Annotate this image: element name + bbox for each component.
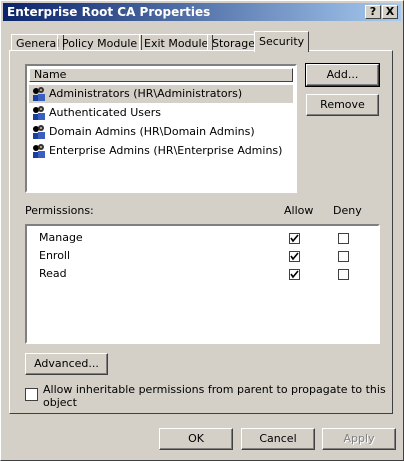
permission-row-read: Read [39,265,67,283]
user-group-icon [33,144,45,158]
users-listbox[interactable]: Name Administrators (HR\Administrators) … [25,64,297,193]
permission-name: Enroll [39,249,71,262]
apply-button-label: Apply [343,432,375,445]
ok-button-label: OK [188,432,204,445]
deny-column-header: Deny [333,204,362,217]
permissions-list: Manage Enroll Read [25,224,380,344]
permission-name: Read [39,267,67,280]
allow-manage-checkbox[interactable] [289,233,300,244]
user-item-domain-admins[interactable]: Domain Admins (HR\Domain Admins) [29,123,293,141]
user-item-authenticated-users[interactable]: Authenticated Users [29,104,293,122]
remove-button-label: Remove [320,98,365,111]
title-bar[interactable]: Enterprise Root CA Properties ? X [3,3,401,21]
user-item-enterprise-admins[interactable]: Enterprise Admins (HR\Enterprise Admins) [29,142,293,160]
permissions-label: Permissions: [25,204,94,217]
check-icon [290,252,299,261]
deny-enroll-checkbox[interactable] [338,251,349,262]
allow-enroll-checkbox[interactable] [289,251,300,262]
permission-row-manage: Manage [39,229,83,247]
permission-row-enroll: Enroll [39,247,70,265]
check-icon [290,234,299,243]
allow-read-checkbox[interactable] [289,269,300,280]
check-icon [290,270,299,279]
advanced-button-label: Advanced... [34,357,99,370]
inherit-permissions-label-line2: object [43,396,77,409]
user-item-administrators[interactable]: Administrators (HR\Administrators) [29,85,293,103]
properties-dialog: Enterprise Root CA Properties ? X Genera… [0,0,404,461]
user-group-icon [33,87,45,101]
tab-policy-module[interactable]: Policy Module [57,34,143,51]
deny-read-checkbox[interactable] [338,269,349,280]
inherit-permissions-label-line1: Allow inheritable permissions from paren… [43,383,386,396]
user-item-label: Enterprise Admins (HR\Enterprise Admins) [49,144,283,157]
permission-name: Manage [39,231,83,244]
user-group-icon [33,106,45,120]
add-button-label: Add... [326,68,359,81]
window-title: Enterprise Root CA Properties [7,5,211,19]
name-column-header[interactable]: Name [29,68,293,82]
tab-storage[interactable]: Storage [207,34,261,51]
inherit-permissions-checkbox[interactable] [25,388,38,401]
apply-button[interactable]: Apply [322,428,396,450]
deny-manage-checkbox[interactable] [338,233,349,244]
tab-exit-module[interactable]: Exit Module [139,34,214,51]
add-button[interactable]: Add... [305,63,380,87]
cancel-button-label: Cancel [259,432,297,445]
advanced-button[interactable]: Advanced... [25,353,108,375]
close-button[interactable]: X [382,5,398,19]
allow-column-header: Allow [284,204,314,217]
user-item-label: Authenticated Users [49,106,162,119]
help-button[interactable]: ? [365,5,381,19]
remove-button[interactable]: Remove [306,94,379,116]
tab-security[interactable]: Security [254,31,310,52]
cancel-button[interactable]: Cancel [241,428,315,450]
user-group-icon [33,125,45,139]
user-item-label: Domain Admins (HR\Domain Admins) [49,125,255,138]
user-item-label: Administrators (HR\Administrators) [49,87,243,100]
ok-button[interactable]: OK [159,428,233,450]
